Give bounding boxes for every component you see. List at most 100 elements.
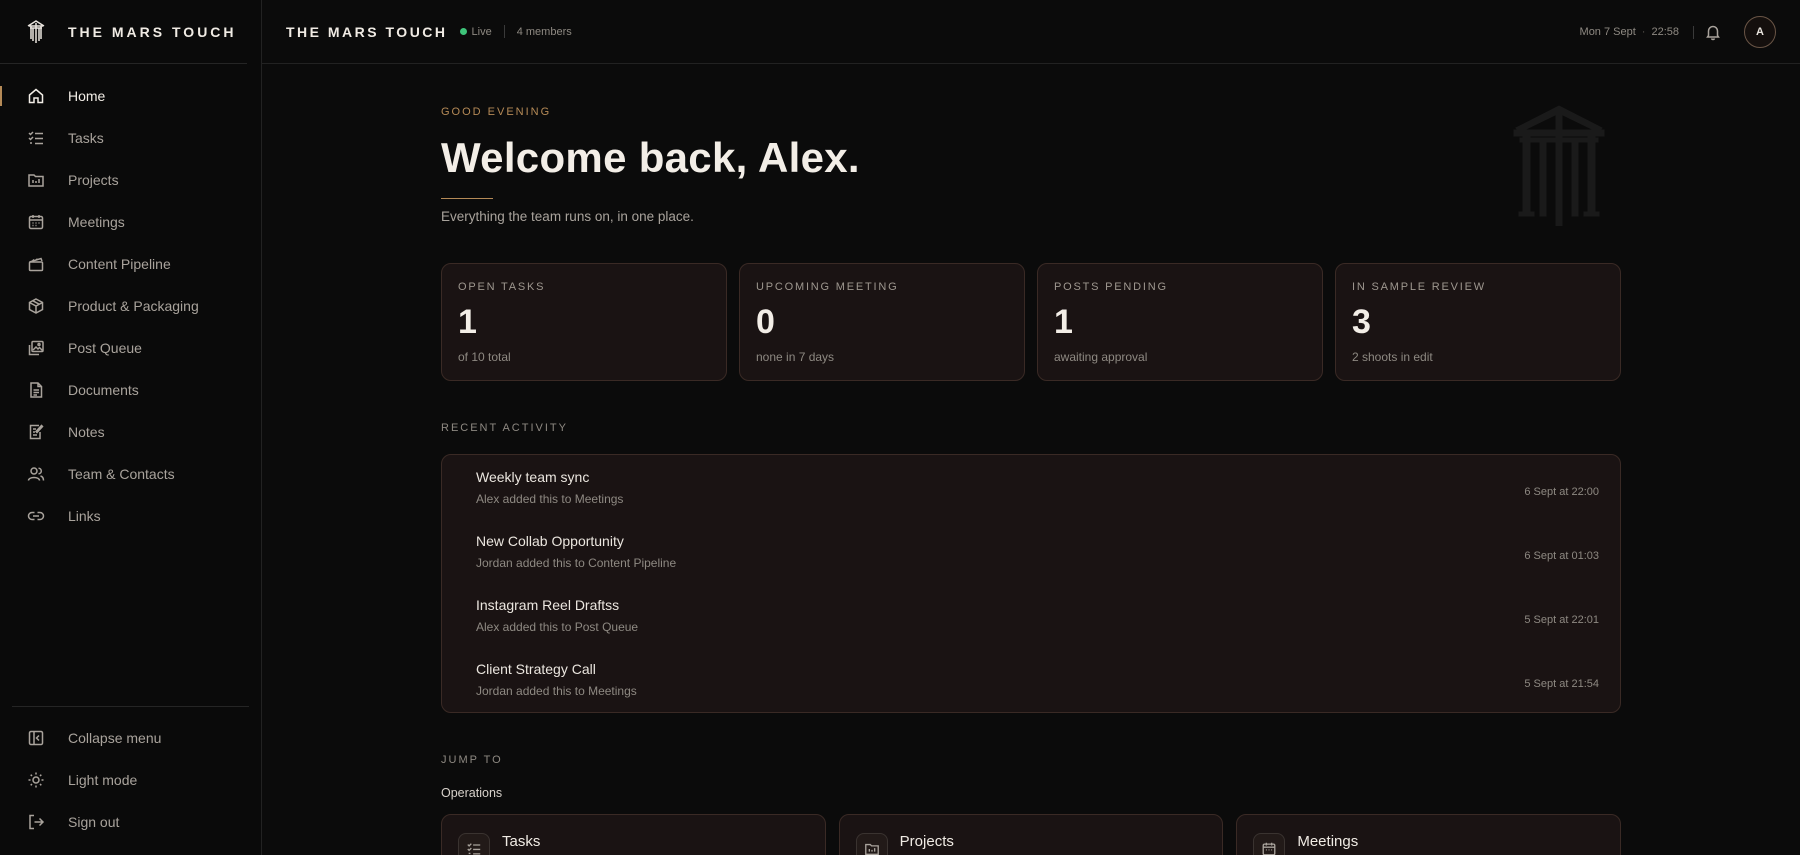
stat-label: UPCOMING MEETING [756, 281, 899, 293]
jump-to-heading: JUMP TO [441, 754, 503, 766]
current-time: 22:58 [1651, 26, 1679, 38]
sidebar-item-label: Tasks [68, 130, 104, 146]
sidebar-item-meetings[interactable]: Meetings [0, 201, 261, 243]
activity-title: Instagram Reel Draftss [476, 597, 620, 613]
activity-description: Alex added this to Meetings [476, 492, 624, 506]
sidebar-item-label: Projects [68, 172, 119, 188]
sign-out-button[interactable]: Sign out [12, 801, 249, 843]
workspace-name: THE MARS TOUCH [286, 23, 448, 40]
sidebar-item-post-queue[interactable]: Post Queue [0, 327, 261, 369]
link-icon [27, 507, 45, 525]
divider [503, 25, 505, 38]
sidebar-item-product-packaging[interactable]: Product & Packaging [0, 285, 261, 327]
sidebar-item-label: Light mode [68, 772, 138, 788]
dot-separator: · [1641, 26, 1646, 38]
sidebar-item-label: Post Queue [68, 340, 142, 356]
stats-row: OPEN TASKS 1 of 10 total UPCOMING MEETIN… [441, 263, 1621, 381]
activity-description: Jordan added this to Meetings [476, 684, 637, 698]
sign-out-icon [27, 813, 45, 831]
stat-label: POSTS PENDING [1054, 281, 1168, 293]
activity-item[interactable]: Instagram Reel Draftss Alex added this t… [442, 589, 1620, 653]
jump-card-title: Projects [899, 833, 954, 850]
live-status-dot [459, 28, 467, 35]
sidebar-footer: Collapse menu Light mode Sign out [12, 706, 249, 843]
stat-label: IN SAMPLE REVIEW [1352, 281, 1486, 293]
jump-group-label: Operations [441, 786, 503, 800]
sidebar-item-label: Links [68, 508, 101, 524]
sidebar-item-home[interactable]: Home [0, 75, 261, 117]
live-status-label: Live [471, 25, 492, 38]
sidebar-item-projects[interactable]: Projects [0, 159, 261, 201]
divider [1693, 25, 1694, 39]
users-icon [27, 465, 45, 483]
stat-subtext: of 10 total [458, 350, 511, 364]
temple-watermark-icon [1510, 104, 1608, 227]
clapperboard-icon [27, 255, 45, 273]
activity-description: Alex added this to Post Queue [476, 620, 639, 634]
tasks-icon [27, 129, 45, 147]
sidebar-item-notes[interactable]: Notes [0, 411, 261, 453]
activity-timestamp: 6 Sept at 22:00 [1524, 486, 1599, 498]
sidebar-item-label: Product & Packaging [68, 298, 199, 314]
notes-icon [27, 423, 45, 441]
activity-title: New Collab Opportunity [476, 533, 624, 549]
calendar-icon [27, 213, 45, 231]
sidebar-item-label: Content Pipeline [68, 256, 171, 272]
stat-value: 3 [1352, 303, 1371, 341]
activity-item[interactable]: Client Strategy Call Jordan added this t… [442, 653, 1620, 717]
projects-icon [27, 171, 45, 189]
sidebar-item-links[interactable]: Links [0, 495, 261, 537]
brand-name: THE MARS TOUCH [68, 23, 237, 40]
temple-logo-icon [26, 19, 46, 45]
sidebar-item-team-contacts[interactable]: Team & Contacts [0, 453, 261, 495]
jump-card-title: Tasks [502, 833, 541, 850]
greeting: GOOD EVENING [441, 106, 552, 118]
jump-card-meetings[interactable]: Meetings [1236, 814, 1622, 855]
sidebar: THE MARS TOUCH Home Tasks Projects Meeti… [0, 0, 262, 855]
light-mode-toggle[interactable]: Light mode [12, 759, 249, 801]
images-icon [27, 339, 45, 357]
collapse-menu-button[interactable]: Collapse menu [12, 717, 249, 759]
accent-divider [441, 198, 493, 199]
stat-label: OPEN TASKS [458, 281, 546, 293]
recent-activity-list: Weekly team sync Alex added this to Meet… [441, 454, 1621, 713]
stat-card-open-tasks[interactable]: OPEN TASKS 1 of 10 total [441, 263, 727, 381]
topbar-right: Mon 7 Sept · 22:58 A [1580, 0, 1776, 64]
stat-card-in-sample-review[interactable]: IN SAMPLE REVIEW 3 2 shoots in edit [1335, 263, 1621, 381]
stat-value: 1 [458, 303, 477, 341]
page-title: Welcome back, Alex. [441, 134, 860, 181]
sidebar-item-documents[interactable]: Documents [0, 369, 261, 411]
jump-to-cards: Tasks Projects Meetings [441, 814, 1622, 855]
projects-icon [855, 833, 888, 855]
stat-card-posts-pending[interactable]: POSTS PENDING 1 awaiting approval [1037, 263, 1323, 381]
tasks-icon [458, 833, 490, 855]
sidebar-item-content-pipeline[interactable]: Content Pipeline [0, 243, 261, 285]
member-count: 4 members [516, 25, 572, 38]
activity-timestamp: 6 Sept at 01:03 [1524, 550, 1599, 562]
stat-subtext: none in 7 days [756, 350, 835, 364]
stat-subtext: 2 shoots in edit [1352, 350, 1433, 364]
notifications-bell-icon[interactable] [1704, 23, 1722, 41]
current-date: Mon 7 Sept [1579, 26, 1636, 38]
main-nav: Home Tasks Projects Meetings Content Pip… [0, 75, 261, 537]
jump-card-projects[interactable]: Projects [838, 814, 1224, 855]
stat-card-upcoming-meeting[interactable]: UPCOMING MEETING 0 none in 7 days [739, 263, 1025, 381]
activity-title: Client Strategy Call [476, 661, 596, 677]
document-icon [27, 381, 45, 399]
home-icon [27, 87, 45, 105]
jump-card-title: Meetings [1297, 833, 1359, 850]
sidebar-item-label: Documents [68, 382, 139, 398]
avatar[interactable]: A [1744, 16, 1776, 48]
jump-card-tasks[interactable]: Tasks [441, 814, 826, 855]
recent-activity-heading: RECENT ACTIVITY [441, 422, 568, 434]
page-subtitle: Everything the team runs on, in one plac… [441, 209, 694, 224]
brand[interactable]: THE MARS TOUCH [0, 0, 247, 64]
activity-timestamp: 5 Sept at 21:54 [1524, 678, 1599, 690]
topbar: THE MARS TOUCH Live 4 members Mon 7 Sept… [262, 0, 1800, 64]
collapse-icon [27, 729, 45, 747]
activity-item[interactable]: Weekly team sync Alex added this to Meet… [442, 461, 1620, 525]
activity-item[interactable]: New Collab Opportunity Jordan added this… [442, 525, 1620, 589]
sidebar-item-label: Collapse menu [68, 730, 162, 746]
sun-icon [27, 771, 45, 789]
sidebar-item-tasks[interactable]: Tasks [0, 117, 261, 159]
